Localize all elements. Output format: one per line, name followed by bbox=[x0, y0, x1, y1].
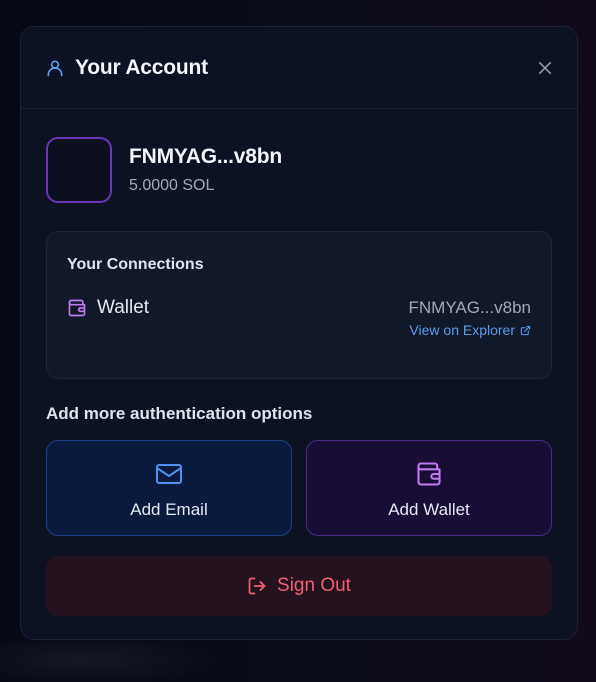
modal-body: FNMYAG...v8bn 5.0000 SOL Your Connection… bbox=[21, 109, 577, 616]
explorer-link-label: View on Explorer bbox=[409, 322, 515, 338]
connection-label: Wallet bbox=[97, 297, 150, 318]
sign-out-label: Sign Out bbox=[277, 575, 351, 596]
connection-item-left: Wallet bbox=[67, 296, 149, 320]
log-out-icon bbox=[247, 576, 267, 596]
connections-card: Your Connections Wallet FNMYAG...v8bn Vi… bbox=[46, 231, 552, 379]
user-icon bbox=[45, 58, 65, 78]
avatar bbox=[46, 137, 112, 203]
connection-item-right: FNMYAG...v8bn View on Explorer bbox=[409, 296, 532, 338]
view-on-explorer-link[interactable]: View on Explorer bbox=[409, 322, 531, 338]
connection-item: Wallet FNMYAG...v8bn View on Explorer bbox=[67, 296, 531, 338]
mail-icon bbox=[155, 460, 183, 488]
auth-options: Add Email Add Wallet bbox=[46, 440, 552, 536]
wallet-icon bbox=[415, 460, 443, 488]
auth-options-title: Add more authentication options bbox=[46, 404, 313, 423]
account-address: FNMYAG...v8bn bbox=[129, 145, 282, 168]
external-link-icon bbox=[520, 325, 531, 336]
account-balance: 5.0000 SOL bbox=[129, 177, 215, 194]
add-email-button[interactable]: Add Email bbox=[46, 440, 292, 536]
add-wallet-label: Add Wallet bbox=[388, 500, 470, 519]
connection-address: FNMYAG...v8bn bbox=[408, 298, 532, 317]
sign-out-button[interactable]: Sign Out bbox=[46, 556, 552, 616]
account-modal: Your Account FNMYAG...v8bn 5.0000 SOL Yo… bbox=[20, 26, 578, 640]
modal-header: Your Account bbox=[21, 27, 577, 109]
connections-title: Your Connections bbox=[67, 256, 204, 273]
wallet-icon bbox=[67, 298, 87, 318]
account-summary: FNMYAG...v8bn 5.0000 SOL bbox=[46, 135, 552, 205]
add-email-label: Add Email bbox=[130, 500, 208, 519]
close-icon bbox=[539, 61, 551, 74]
account-info: FNMYAG...v8bn 5.0000 SOL bbox=[129, 145, 282, 195]
add-wallet-button[interactable]: Add Wallet bbox=[306, 440, 552, 536]
close-button[interactable] bbox=[531, 54, 559, 82]
modal-title: Your Account bbox=[75, 55, 208, 79]
